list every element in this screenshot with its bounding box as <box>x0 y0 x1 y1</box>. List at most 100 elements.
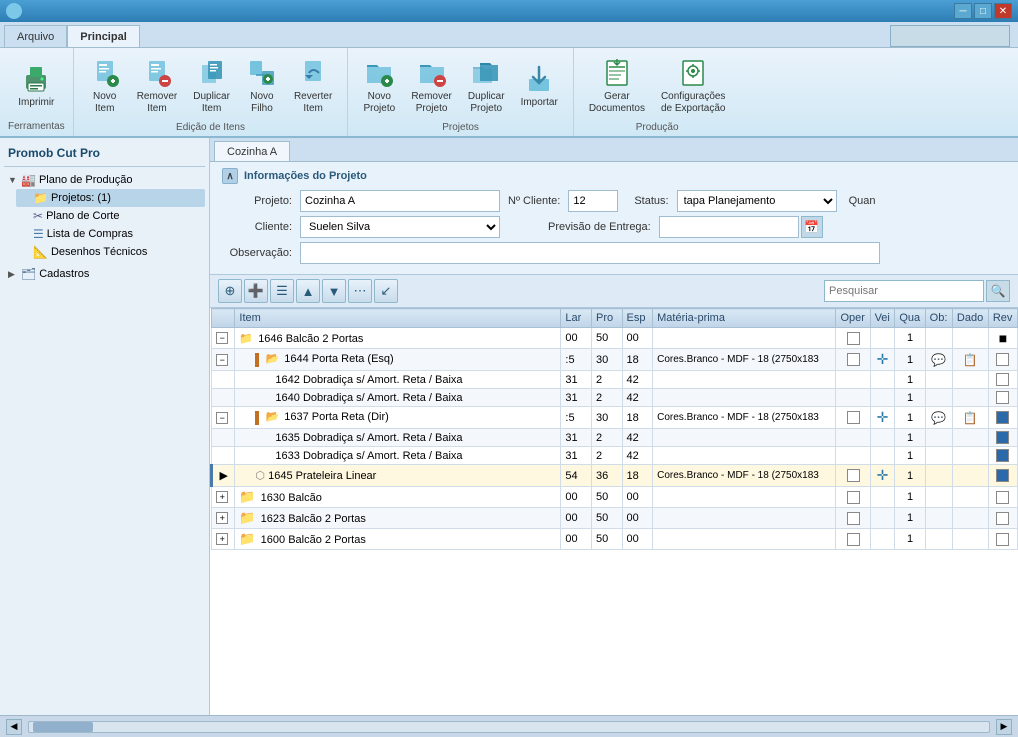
expand-btn[interactable]: + <box>216 491 228 503</box>
td-rev[interactable]: ■ <box>988 328 1017 349</box>
tree-item-desenhos-tecnicos[interactable]: ▶ 📐 Desenhos Técnicos <box>16 243 205 261</box>
td-ob[interactable]: 💬 <box>925 349 952 371</box>
oper-checkbox[interactable] <box>847 353 860 366</box>
close-btn[interactable]: ✕ <box>994 3 1012 19</box>
table-row[interactable]: − 📂 1644 Porta Reta (Esq) :5 30 18 Cores… <box>212 349 1018 371</box>
td-expand[interactable]: − <box>212 349 235 371</box>
th-lar[interactable]: Lar <box>561 309 592 328</box>
collapse-btn[interactable]: ∧ <box>222 168 238 184</box>
copy-icon[interactable]: 📋 <box>963 353 978 367</box>
oper-checkbox[interactable] <box>847 332 860 345</box>
expand-btn[interactable]: − <box>216 332 228 344</box>
expand-btn[interactable]: − <box>216 412 228 424</box>
table-row[interactable]: 1635 Dobradiça s/ Amort. Reta / Baixa 31… <box>212 429 1018 447</box>
rev-checkbox[interactable] <box>996 353 1009 366</box>
toolbar-add-btn[interactable]: ➕ <box>244 279 268 303</box>
toolbar-list-btn[interactable]: ☰ <box>270 279 294 303</box>
tree-item-lista-compras[interactable]: ▶ ☰ Lista de Compras <box>16 225 205 243</box>
table-row[interactable]: − 📂 1637 Porta Reta (Dir) :53018 Cores.B… <box>212 407 1018 429</box>
th-oper[interactable]: Oper <box>836 309 870 328</box>
table-row[interactable]: − 📁 1646 Balcão 2 Portas 00 50 00 <box>212 328 1018 349</box>
calendar-icon[interactable]: 📅 <box>801 216 823 238</box>
rev-checkbox[interactable] <box>996 431 1009 444</box>
td-oper[interactable] <box>836 328 870 349</box>
print-button[interactable]: Imprimir <box>11 58 61 114</box>
move-icon[interactable]: ✛ <box>877 467 889 483</box>
search-button[interactable]: 🔍 <box>986 280 1010 302</box>
oper-checkbox[interactable] <box>847 491 860 504</box>
tree-item-plano-corte[interactable]: ▶ ✂ Plano de Corte <box>16 207 205 225</box>
th-pro[interactable]: Pro <box>591 309 622 328</box>
td-rev[interactable] <box>988 349 1017 371</box>
gerar-documentos-button[interactable]: GerarDocumentos <box>582 52 652 120</box>
th-dado[interactable]: Dado <box>952 309 988 328</box>
status-search-input[interactable] <box>890 25 1010 47</box>
table-row[interactable]: + 📁 1623 Balcão 2 Portas 005000 1 <box>212 508 1018 529</box>
search-input[interactable] <box>824 280 984 302</box>
oper-checkbox[interactable] <box>847 512 860 525</box>
rev-checkbox[interactable] <box>996 533 1009 546</box>
rev-checkbox[interactable] <box>996 512 1009 525</box>
cliente-select[interactable]: Suelen Silva <box>300 216 500 238</box>
configuracoes-exportacao-button[interactable]: Configuraçõesde Exportação <box>654 52 733 120</box>
td-expand[interactable]: − <box>212 328 235 349</box>
rev-checkbox[interactable] <box>996 411 1009 424</box>
toolbar-filter-btn[interactable]: ⋯ <box>348 279 372 303</box>
rev-checkbox[interactable] <box>996 449 1009 462</box>
move-icon[interactable]: ✛ <box>877 409 889 425</box>
oper-checkbox[interactable] <box>847 533 860 546</box>
th-ob[interactable]: Ob: <box>925 309 952 328</box>
novo-projeto-button[interactable]: NovoProjeto <box>356 52 402 120</box>
novo-filho-button[interactable]: NovoFilho <box>239 52 285 120</box>
copy-icon[interactable]: 📋 <box>963 411 978 425</box>
table-row[interactable]: ▶ ⬡ 1645 Prateleira Linear 54 36 18 Core… <box>212 465 1018 487</box>
scroll-track[interactable] <box>28 721 990 733</box>
oper-checkbox[interactable] <box>847 411 860 424</box>
duplicar-projeto-button[interactable]: DuplicarProjeto <box>461 52 512 120</box>
rev-checkbox[interactable] <box>996 491 1009 504</box>
expand-btn[interactable]: + <box>216 533 228 545</box>
table-row[interactable]: + 📁 1600 Balcão 2 Portas 005000 1 <box>212 529 1018 550</box>
rev-checkbox[interactable] <box>996 469 1009 482</box>
expand-btn[interactable]: − <box>216 354 228 366</box>
status-select[interactable]: tapa Planejamento <box>677 190 837 212</box>
tree-item-plano-producao[interactable]: ▼ 🏭 Plano de Produção <box>4 171 205 189</box>
note-icon[interactable]: 💬 <box>931 411 946 425</box>
tree-item-projetos[interactable]: ▶ 📁 Projetos: (1) <box>16 189 205 207</box>
duplicar-item-button[interactable]: DuplicarItem <box>186 52 237 120</box>
toolbar-add-group-btn[interactable]: ⊕ <box>218 279 242 303</box>
tab-arquivo[interactable]: Arquivo <box>4 25 67 47</box>
reverter-item-button[interactable]: ReverterItem <box>287 52 339 120</box>
rev-checkbox[interactable] <box>996 373 1009 386</box>
td-oper[interactable] <box>836 349 870 371</box>
toolbar-up-btn[interactable]: ▲ <box>296 279 320 303</box>
oper-checkbox[interactable] <box>847 469 860 482</box>
note-icon[interactable]: 💬 <box>931 353 946 367</box>
tree-item-cadastros[interactable]: ▶ 🗂 Cadastros <box>4 265 205 283</box>
toolbar-down-btn[interactable]: ▼ <box>322 279 346 303</box>
observacao-input[interactable] <box>300 242 880 264</box>
table-row[interactable]: 1640 Dobradiça s/ Amort. Reta / Baixa 31… <box>212 389 1018 407</box>
move-icon[interactable]: ✛ <box>877 351 889 367</box>
table-row[interactable]: 1633 Dobradiça s/ Amort. Reta / Baixa 31… <box>212 447 1018 465</box>
importar-button[interactable]: Importar <box>514 58 565 114</box>
scroll-left-btn[interactable]: ◀ <box>6 719 22 735</box>
no-cliente-input[interactable] <box>568 190 618 212</box>
remover-projeto-button[interactable]: RemoverProjeto <box>404 52 459 120</box>
novo-item-button[interactable]: NovoItem <box>82 52 128 120</box>
td-expand[interactable]: − <box>212 407 235 429</box>
th-item[interactable]: Item <box>235 309 561 328</box>
rev-checkbox[interactable] <box>996 391 1009 404</box>
tab-cozinha-a[interactable]: Cozinha A <box>214 141 290 161</box>
th-materia-prima[interactable]: Matéria-prima <box>653 309 836 328</box>
toolbar-sort-btn[interactable]: ↙ <box>374 279 398 303</box>
th-esp[interactable]: Esp <box>622 309 653 328</box>
th-vei[interactable]: Vei <box>870 309 895 328</box>
previsao-entrega-input[interactable] <box>659 216 799 238</box>
minimize-btn[interactable]: ─ <box>954 3 972 19</box>
table-row[interactable]: 1642 Dobradiça s/ Amort. Reta / Baixa 31… <box>212 371 1018 389</box>
expand-btn[interactable]: + <box>216 512 228 524</box>
remover-item-button[interactable]: RemoverItem <box>130 52 185 120</box>
scroll-right-btn[interactable]: ▶ <box>996 719 1012 735</box>
td-vei[interactable]: ✛ <box>870 349 895 371</box>
